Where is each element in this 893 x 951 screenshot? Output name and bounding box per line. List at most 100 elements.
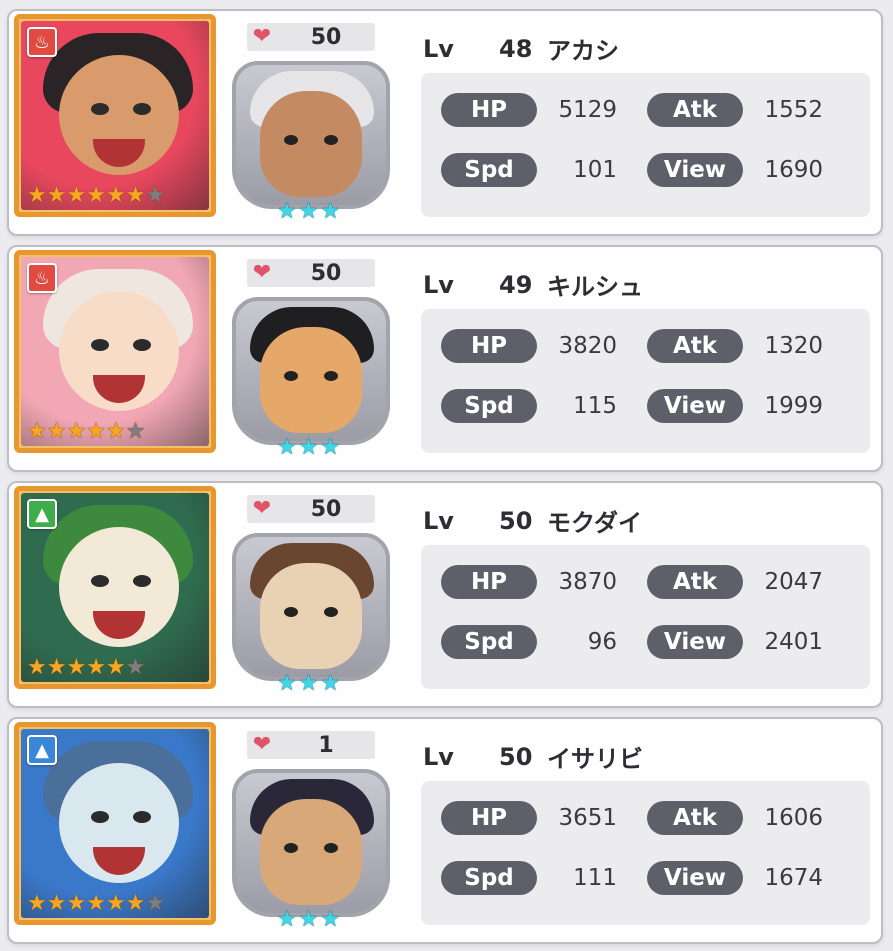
- level-row: Lv 50 イサリビ: [423, 739, 643, 774]
- star-icon: ★: [125, 891, 146, 916]
- stat-label-view: View: [647, 861, 743, 895]
- heart-icon: ❤: [252, 496, 272, 521]
- stat-label-hp: HP: [441, 329, 537, 363]
- stat-atk: Atk 1320: [647, 329, 839, 363]
- stat-label-view: View: [647, 625, 743, 659]
- star-icon: ★: [46, 891, 67, 916]
- portrait-eye: [133, 103, 151, 115]
- star-icon: ★: [46, 655, 67, 680]
- stat-value-view: 2401: [764, 629, 823, 655]
- stat-value-atk: 2047: [764, 569, 823, 595]
- stat-label-atk: Atk: [647, 565, 743, 599]
- stat-hp: HP 5129: [441, 93, 633, 127]
- portrait-eye: [133, 339, 151, 351]
- level-label: Lv: [423, 270, 454, 299]
- sub-character-portrait[interactable]: [232, 61, 390, 209]
- star-icon: ★: [27, 419, 47, 444]
- level-row: Lv 49 キルシュ: [423, 267, 643, 302]
- stat-view: View 2401: [647, 625, 839, 659]
- sub-star-icon: ★: [298, 907, 319, 932]
- star-icon: ★: [86, 655, 106, 680]
- rarity-stars: ★ ★ ★ ★ ★ ★: [27, 419, 145, 444]
- character-portrait[interactable]: ▲ ★ ★ ★ ★ ★ ★: [14, 486, 216, 689]
- character-portrait[interactable]: ▲ ★ ★ ★ ★ ★ ★ ★: [14, 722, 216, 925]
- star-icon: ★: [66, 183, 87, 208]
- stat-value-hp: 3870: [558, 569, 617, 595]
- stat-label-atk: Atk: [647, 93, 743, 127]
- portrait-eye: [133, 575, 151, 587]
- wood-icon: ▲: [27, 499, 57, 529]
- character-card-2[interactable]: ▲ ★ ★ ★ ★ ★ ★ ❤ 50 ★ ★ ★ Lv 50 モクダイ HP 3870 Atk: [7, 481, 883, 708]
- stats-panel: HP 3870 Atk 2047 Spd 96 View 2401: [421, 545, 870, 689]
- stat-spd: Spd 111: [441, 861, 633, 895]
- level-value: 49: [499, 270, 533, 299]
- sub-star-icon: ★: [298, 435, 319, 460]
- character-card-1[interactable]: ♨ ★ ★ ★ ★ ★ ★ ❤ 50 ★ ★ ★ Lv 49 キルシュ HP 3820 Atk: [7, 245, 883, 472]
- sub-star-icon: ★: [298, 671, 319, 696]
- stat-spd: Spd 96: [441, 625, 633, 659]
- bond-counter: ❤ 50: [247, 259, 375, 287]
- sub-rarity-stars: ★ ★ ★: [277, 437, 340, 459]
- character-portrait[interactable]: ♨ ★ ★ ★ ★ ★ ★ ★: [14, 14, 216, 217]
- star-icon: ★: [105, 419, 126, 444]
- sub-star-icon: ★: [277, 907, 297, 932]
- sub-portrait-eye: [324, 607, 338, 617]
- star-icon: ★: [105, 891, 126, 916]
- sub-character-portrait[interactable]: [232, 769, 390, 917]
- stats-panel: HP 3820 Atk 1320 Spd 115 View 1999: [421, 309, 870, 453]
- bond-value: 50: [310, 496, 342, 522]
- level-value: 48: [499, 34, 533, 63]
- star-icon: ★: [86, 183, 106, 208]
- stat-atk: Atk 1606: [647, 801, 839, 835]
- character-name: キルシュ: [547, 273, 643, 301]
- stat-value-hp: 5129: [558, 97, 617, 123]
- sub-portrait-eye: [324, 843, 338, 853]
- stat-label-hp: HP: [441, 565, 537, 599]
- stat-label-view: View: [647, 389, 743, 423]
- star-icon: ★: [105, 655, 126, 680]
- stat-label-hp: HP: [441, 93, 537, 127]
- stat-atk: Atk 1552: [647, 93, 839, 127]
- stat-label-spd: Spd: [441, 861, 537, 895]
- stat-label-spd: Spd: [441, 153, 537, 187]
- star-icon: ★: [125, 655, 146, 680]
- sub-star-icon: ★: [320, 199, 341, 224]
- sub-portrait-eye: [284, 371, 298, 381]
- sub-rarity-stars: ★ ★ ★: [277, 673, 340, 695]
- sub-character-portrait[interactable]: [232, 533, 390, 681]
- character-card-3[interactable]: ▲ ★ ★ ★ ★ ★ ★ ★ ❤ 1 ★ ★ ★ Lv 50 イサリビ HP 3651 Atk: [7, 717, 883, 944]
- sub-star-icon: ★: [320, 907, 341, 932]
- rarity-stars: ★ ★ ★ ★ ★ ★ ★: [27, 891, 165, 916]
- sub-portrait-eye: [324, 371, 338, 381]
- level-label: Lv: [423, 742, 454, 771]
- stat-value-atk: 1552: [764, 97, 823, 123]
- character-card-0[interactable]: ♨ ★ ★ ★ ★ ★ ★ ★ ❤ 50 ★ ★ ★ Lv 48 アカシ HP 5129 Atk: [7, 9, 883, 236]
- stat-view: View 1999: [647, 389, 839, 423]
- sub-rarity-stars: ★ ★ ★: [277, 201, 340, 223]
- level-row: Lv 48 アカシ: [423, 31, 619, 66]
- star-icon: ★: [86, 419, 106, 444]
- sub-character-portrait[interactable]: [232, 297, 390, 445]
- sub-star-icon: ★: [320, 435, 341, 460]
- stats-panel: HP 3651 Atk 1606 Spd 111 View 1674: [421, 781, 870, 925]
- star-icon: ★: [145, 183, 166, 208]
- sub-portrait-face: [260, 799, 362, 905]
- stat-hp: HP 3870: [441, 565, 633, 599]
- portrait-eye: [91, 103, 109, 115]
- star-icon: ★: [86, 891, 106, 916]
- stat-value-view: 1999: [764, 393, 823, 419]
- star-icon: ★: [105, 183, 126, 208]
- stat-label-atk: Atk: [647, 329, 743, 363]
- heart-icon: ❤: [252, 260, 272, 285]
- level-label: Lv: [423, 506, 454, 535]
- stat-label-spd: Spd: [441, 389, 537, 423]
- star-icon: ★: [27, 655, 47, 680]
- character-portrait[interactable]: ♨ ★ ★ ★ ★ ★ ★: [14, 250, 216, 453]
- stat-value-spd: 101: [573, 157, 617, 183]
- star-icon: ★: [46, 419, 67, 444]
- sub-portrait-face: [260, 327, 362, 433]
- sub-portrait-face: [260, 563, 362, 669]
- sub-rarity-stars: ★ ★ ★: [277, 909, 340, 931]
- star-icon: ★: [66, 419, 87, 444]
- stat-spd: Spd 115: [441, 389, 633, 423]
